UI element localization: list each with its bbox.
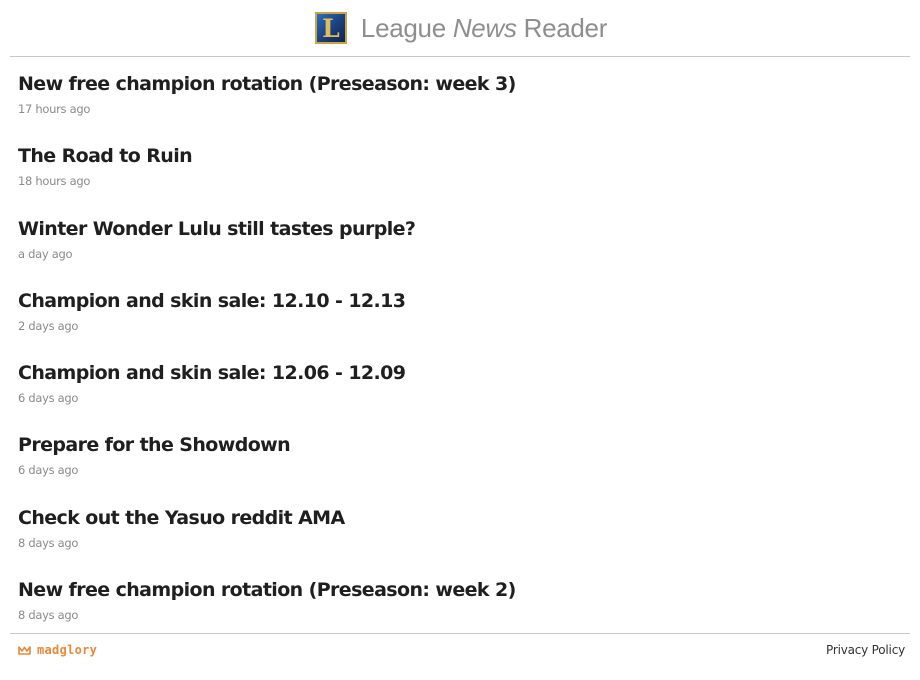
news-item-timestamp: 8 days ago bbox=[18, 535, 79, 550]
news-item-timestamp: 8 days ago bbox=[18, 608, 79, 623]
madglory-logo-icon bbox=[18, 645, 31, 655]
news-item[interactable]: Prepare for the Showdown 6 days ago bbox=[18, 431, 898, 503]
logo-letter: L bbox=[322, 13, 340, 43]
news-item-title[interactable]: Champion and skin sale: 12.10 - 12.13 bbox=[18, 287, 898, 315]
news-item-title[interactable]: Champion and skin sale: 12.06 - 12.09 bbox=[18, 359, 898, 387]
news-item-timestamp: 6 days ago bbox=[18, 463, 79, 478]
news-item-timestamp: 2 days ago bbox=[18, 318, 79, 333]
news-item-timestamp: 17 hours ago bbox=[18, 102, 91, 116]
news-item-title[interactable]: Winter Wonder Lulu still tastes purple? bbox=[18, 215, 898, 243]
app-footer: madglory Privacy Policy bbox=[10, 633, 910, 670]
news-item-title[interactable]: New free champion rotation (Preseason: w… bbox=[18, 576, 898, 604]
news-list: New free champion rotation (Preseason: w… bbox=[18, 70, 898, 648]
news-item-timestamp: a day ago bbox=[18, 246, 73, 261]
news-item[interactable]: Champion and skin sale: 12.10 - 12.13 2 … bbox=[18, 287, 898, 359]
news-item-timestamp: 18 hours ago bbox=[18, 174, 91, 189]
brand-name[interactable]: madglory bbox=[37, 643, 97, 657]
app-title-prefix: League bbox=[360, 12, 446, 43]
news-item-title[interactable]: Check out the Yasuo reddit AMA bbox=[18, 504, 898, 532]
app-title-suffix: Reader bbox=[523, 12, 608, 43]
privacy-policy-link[interactable]: Privacy Policy bbox=[826, 643, 905, 657]
madglory-brand-link[interactable]: madglory bbox=[18, 643, 97, 657]
news-item[interactable]: Champion and skin sale: 12.06 - 12.09 6 … bbox=[18, 359, 898, 431]
app-title-emphasis: News bbox=[452, 12, 517, 43]
app-title: League News Reader bbox=[361, 13, 607, 44]
news-item-title[interactable]: The Road to Ruin bbox=[18, 142, 898, 170]
news-item-title[interactable]: New free champion rotation (Preseason: w… bbox=[18, 70, 898, 98]
news-item[interactable]: The Road to Ruin 18 hours ago bbox=[18, 142, 898, 214]
news-item[interactable]: Winter Wonder Lulu still tastes purple? … bbox=[18, 215, 898, 287]
news-item[interactable]: New free champion rotation (Preseason: w… bbox=[18, 70, 898, 142]
news-item-title[interactable]: Prepare for the Showdown bbox=[18, 431, 898, 459]
news-item[interactable]: Check out the Yasuo reddit AMA 8 days ag… bbox=[18, 504, 898, 576]
app-header: L League News Reader bbox=[10, 0, 910, 57]
league-logo-icon: L bbox=[314, 12, 347, 44]
news-item-timestamp: 6 days ago bbox=[18, 391, 79, 406]
